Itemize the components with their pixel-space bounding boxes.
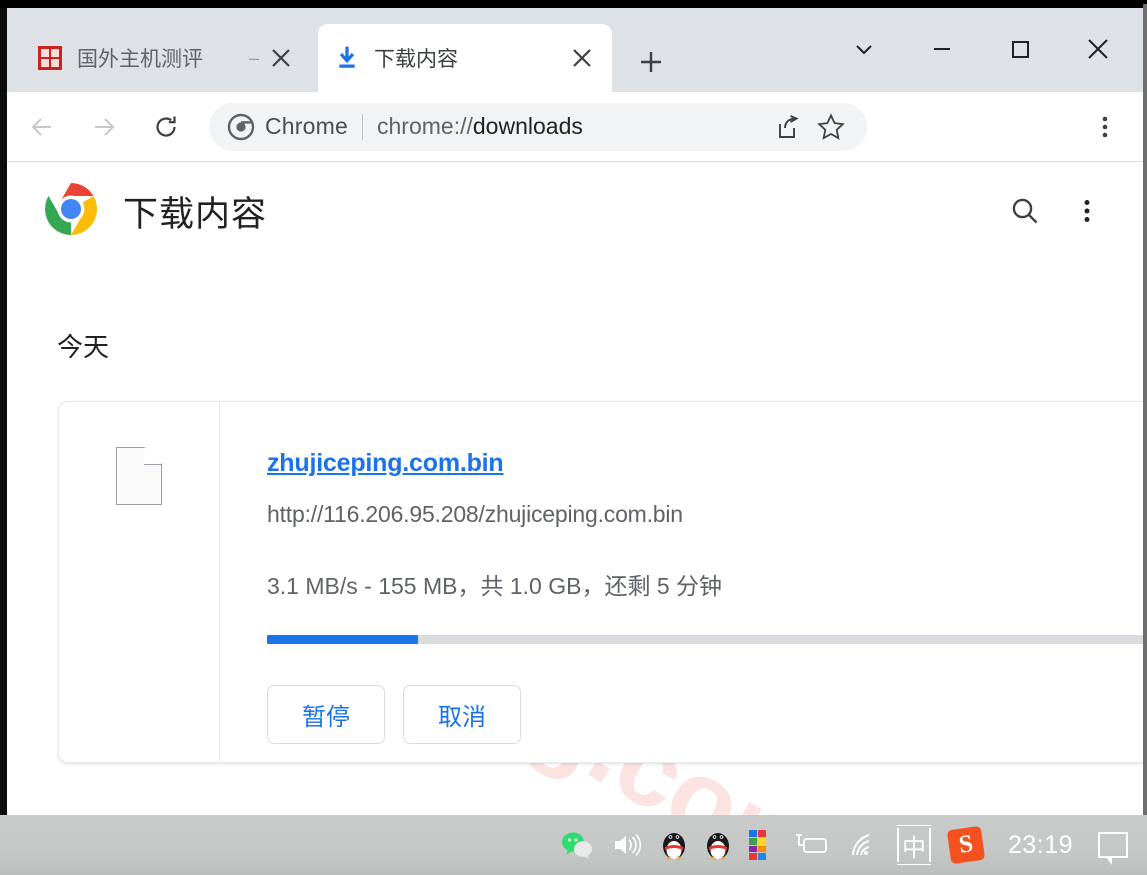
downloads-page-header: 下载内容: [7, 163, 1143, 259]
download-file-icon-column: [59, 402, 220, 762]
download-details: zhujiceping.com.bin http://116.206.95.20…: [220, 402, 1143, 762]
volume-icon[interactable]: [602, 815, 652, 875]
new-tab-button[interactable]: [629, 40, 673, 84]
ime-label: 中: [896, 825, 931, 865]
download-action-buttons: 暂停 取消: [267, 685, 1143, 744]
sogou-input-icon[interactable]: S: [940, 815, 992, 875]
page-header-actions: [989, 185, 1143, 237]
download-blue-favicon: [332, 43, 362, 73]
tab-close-icon[interactable]: [566, 42, 598, 74]
address-bar[interactable]: Chrome chrome://downloads: [209, 102, 867, 151]
qq-icon[interactable]: [652, 815, 696, 875]
taskbar-clock[interactable]: 23:19: [992, 831, 1089, 860]
battery-icon[interactable]: [784, 815, 838, 875]
sogou-label: S: [946, 825, 986, 865]
download-item-card[interactable]: zhujiceping.com.bin http://116.206.95.20…: [58, 401, 1143, 763]
qq-icon-2[interactable]: [696, 815, 740, 875]
window-right-border: [1143, 4, 1147, 815]
browser-toolbar: Chrome chrome://downloads: [7, 92, 1143, 162]
window-left-border: [0, 8, 7, 815]
maximize-icon[interactable]: [981, 18, 1059, 80]
omnibox-url-text: chrome://downloads: [377, 113, 765, 140]
pause-button[interactable]: 暂停: [267, 685, 385, 744]
desktop-top-strip: [0, 0, 1147, 8]
close-icon[interactable]: [1059, 18, 1137, 80]
search-icon[interactable]: [999, 185, 1051, 237]
omnibox-separator: [362, 113, 364, 140]
seal-red-favicon: [35, 43, 65, 73]
minimize-icon[interactable]: [903, 18, 981, 80]
generic-file-icon: [116, 447, 162, 505]
back-button[interactable]: [15, 100, 69, 154]
wechat-icon[interactable]: [552, 815, 602, 875]
chevron-down-icon[interactable]: [825, 18, 903, 80]
downloads-page: zhujiceping.com 下载内容: [7, 163, 1143, 815]
color-grid-icon[interactable]: [740, 815, 784, 875]
download-progress-bar: [267, 635, 1143, 644]
download-source-url: http://116.206.95.208/zhujiceping.com.bi…: [267, 501, 683, 527]
download-progress-fill: [267, 635, 419, 644]
download-filename-link[interactable]: zhujiceping.com.bin: [267, 449, 504, 478]
chrome-logo: [43, 181, 99, 242]
tab-label-suffix: –: [248, 47, 259, 68]
section-date-label: 今天: [57, 332, 110, 362]
browser-window: 国外主机测评 – 下载内容 Chrome chrome://downloads …: [0, 0, 1147, 875]
tab-label: 国外主机测评: [77, 48, 203, 71]
share-icon[interactable]: [765, 105, 809, 149]
windows-taskbar: 中 S 23:19: [0, 815, 1147, 875]
cancel-button[interactable]: 取消: [403, 685, 521, 744]
page-title: 下载内容: [123, 194, 268, 234]
three-dot-menu-icon[interactable]: [1061, 185, 1113, 237]
url-prefix: chrome://: [377, 113, 473, 139]
url-path: downloads: [472, 113, 583, 139]
star-icon[interactable]: [809, 105, 853, 149]
tab-downloads[interactable]: 下载内容: [318, 24, 612, 92]
wifi-icon[interactable]: [838, 815, 888, 875]
tab-label: 下载内容: [374, 48, 458, 71]
browser-menu-button[interactable]: [1081, 103, 1129, 151]
tab-close-icon[interactable]: [265, 42, 297, 74]
forward-button[interactable]: [77, 100, 131, 154]
reload-button[interactable]: [139, 100, 193, 154]
tab-guowai-zhuji-ceping[interactable]: 国外主机测评 –: [21, 24, 311, 92]
window-caption-buttons: [825, 14, 1137, 84]
omnibox-brand-label: Chrome: [265, 113, 349, 139]
tab-strip: 国外主机测评 – 下载内容: [7, 8, 1143, 92]
chrome-ico-small: [227, 113, 255, 141]
download-status-text: 3.1 MB/s - 155 MB，共 1.0 GB，还剩 5 分钟: [267, 573, 723, 599]
ime-chinese-icon[interactable]: 中: [888, 815, 940, 875]
notification-center-icon[interactable]: [1089, 815, 1137, 875]
